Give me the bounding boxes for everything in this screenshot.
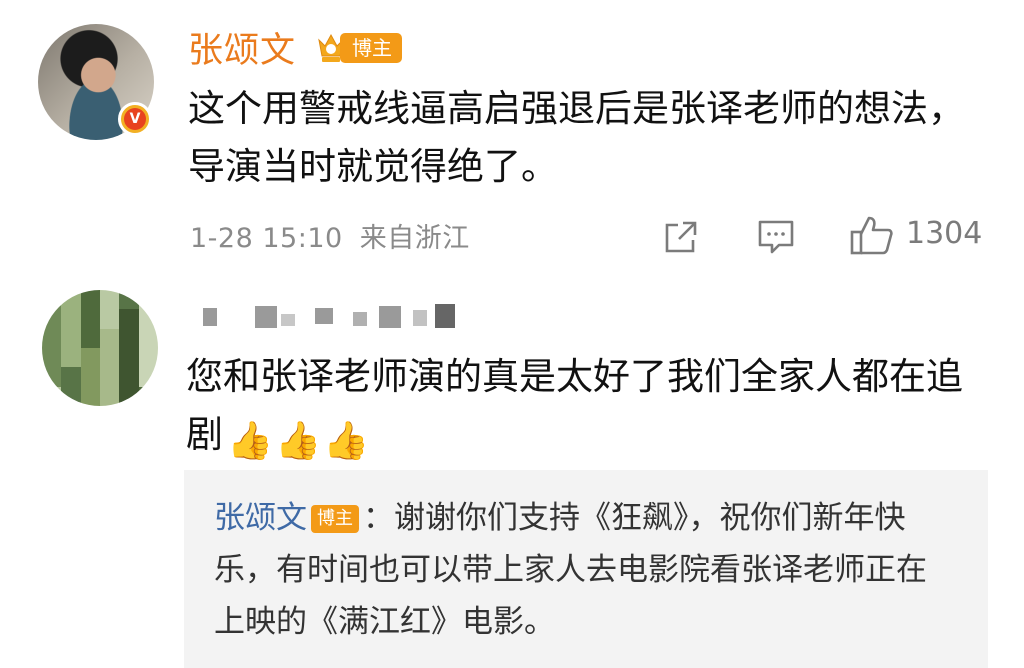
replier-avatar-blurred[interactable] <box>42 290 158 406</box>
mosaic-tile <box>119 290 139 310</box>
mosaic-tile <box>42 386 62 406</box>
mosaic-tile <box>80 386 100 406</box>
mosaic-tile <box>100 348 120 368</box>
thumbs-up-emoji: 👍 <box>275 419 322 462</box>
mosaic-tile <box>42 290 62 310</box>
comment-text: 这个用警戒线逼高启强退后是张译老师的想法，导演当时就觉得绝了。 <box>188 87 965 188</box>
mosaic-tile <box>138 309 158 329</box>
mosaic-tile <box>80 328 100 348</box>
thumbs-up-emoji: 👍 <box>323 419 370 462</box>
replier-name-blurred[interactable] <box>203 304 458 330</box>
sub-reply: 张颂文 博主 ：谢谢你们支持《狂飙》，祝你们新年快乐，有时间也可以带上家人去电影院看… <box>214 492 956 648</box>
verified-badge: V <box>118 102 152 136</box>
comment-meta: 1-28 15:10 来自浙江 <box>190 216 470 255</box>
share-icon[interactable] <box>663 219 699 255</box>
mosaic-tile <box>138 348 158 368</box>
mosaic-tile <box>138 386 158 406</box>
mosaic-tile <box>61 386 81 406</box>
mosaic-tile <box>138 328 158 348</box>
mosaic-tile <box>100 309 120 329</box>
mosaic-tile <box>100 328 120 348</box>
sub-reply-blogger-tag: 博主 <box>311 505 359 533</box>
mosaic-tile <box>61 328 81 348</box>
like-count: 1304 <box>906 216 983 251</box>
like-icon[interactable] <box>850 214 894 256</box>
mosaic-tile <box>119 328 139 348</box>
mosaic-tile <box>138 290 158 310</box>
verified-badge-label: V <box>124 108 146 130</box>
mosaic-tile <box>138 367 158 387</box>
comment-location: 来自浙江 <box>359 223 470 254</box>
comment-timestamp: 1-28 15:10 <box>190 223 343 254</box>
mosaic-tile <box>61 290 81 310</box>
mosaic-tile <box>42 328 62 348</box>
mosaic-tile <box>42 309 62 329</box>
mosaic-tile <box>119 309 139 329</box>
mosaic-tile <box>61 367 81 387</box>
comment-author-name[interactable]: 张颂文 <box>188 22 296 73</box>
mosaic-tile <box>100 386 120 406</box>
blogger-tag: 博主 <box>340 33 402 63</box>
mosaic-tile <box>119 367 139 387</box>
reply-comment: 您和张译老师演的真是太好了我们全家人都在追剧 👍👍👍 <box>186 348 996 464</box>
mosaic-tile <box>100 367 120 387</box>
mosaic-tile <box>80 367 100 387</box>
mosaic-tile <box>80 309 100 329</box>
mosaic-tile <box>61 309 81 329</box>
mosaic-tile <box>61 348 81 368</box>
comment-icon[interactable] <box>757 219 795 255</box>
mosaic-tile <box>100 290 120 310</box>
mosaic-tile <box>119 348 139 368</box>
mosaic-tile <box>80 348 100 368</box>
thumbs-up-emoji: 👍 <box>227 419 274 462</box>
mosaic-tile <box>42 348 62 368</box>
mosaic-tile <box>80 290 100 310</box>
mosaic-tile <box>119 386 139 406</box>
sub-reply-author[interactable]: 张颂文 <box>214 500 307 536</box>
mosaic-tile <box>42 367 62 387</box>
